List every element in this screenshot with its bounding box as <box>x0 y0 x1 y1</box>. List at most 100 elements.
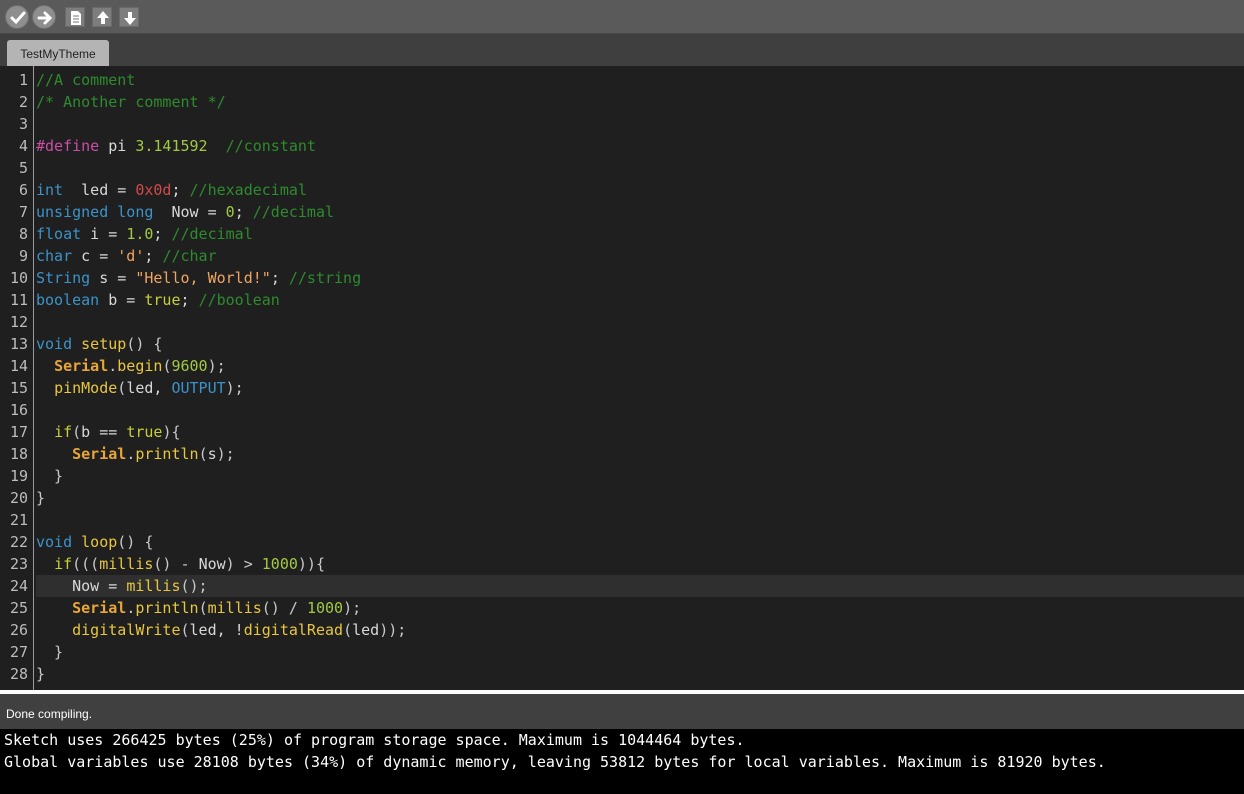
code-line[interactable]: boolean b = true; //boolean <box>36 289 1244 311</box>
code-token: s <box>207 445 217 463</box>
open-button[interactable] <box>92 7 112 27</box>
code-line[interactable]: if(((millis() - Now) > 1000)){ <box>36 553 1244 575</box>
line-number: 2 <box>18 93 28 111</box>
console-line: Sketch uses 266425 bytes (25%) of progra… <box>4 731 745 749</box>
code-token: //A comment <box>36 71 136 89</box>
code-token: millis <box>207 599 262 617</box>
code-token: Serial <box>54 357 109 375</box>
code-token: 0x0d <box>135 181 172 199</box>
code-editor[interactable]: 1 2 3 4 5 6 7 8 9 10 11 12 13 14 15 16 17 18 19 20 21 22 23 24 2… <box>0 66 1244 690</box>
code-token: } <box>36 665 46 683</box>
code-line[interactable]: Serial.println(millis() / 1000); <box>36 597 1244 619</box>
code-line[interactable]: void setup() { <box>36 333 1244 355</box>
upload-button[interactable] <box>32 5 56 29</box>
code-line[interactable]: } <box>36 465 1244 487</box>
code-token: ; <box>144 247 163 265</box>
line-number: 5 <box>18 159 28 177</box>
line-number: 28 <box>9 665 28 683</box>
code-token: ; <box>153 225 172 243</box>
code-token: int <box>36 181 64 199</box>
right-arrow-icon <box>37 11 53 25</box>
code-line[interactable]: Now = millis(); <box>36 575 1244 597</box>
code-line[interactable]: String s = "Hello, World!"; //string <box>36 267 1244 289</box>
code-line[interactable]: } <box>36 487 1244 509</box>
line-number: 4 <box>18 137 28 155</box>
code-token: ); <box>225 379 244 397</box>
tab-testmytheme[interactable]: TestMyTheme <box>7 40 109 66</box>
code-line[interactable]: } <box>36 663 1244 685</box>
code-line[interactable]: if(b == true){ <box>36 421 1244 443</box>
code-token: millis <box>99 555 154 573</box>
code-token: char <box>36 247 73 265</box>
code-line[interactable]: int led = 0x0d; //hexadecimal <box>36 179 1244 201</box>
code-token: Now = <box>153 203 226 221</box>
line-number: 26 <box>9 621 28 639</box>
code-line[interactable]: /* Another comment */ <box>36 91 1244 113</box>
code-line[interactable]: unsigned long Now = 0; //decimal <box>36 201 1244 223</box>
code-token: 1000 <box>306 599 344 617</box>
code-line[interactable]: float i = 1.0; //decimal <box>36 223 1244 245</box>
line-number: 15 <box>9 379 28 397</box>
code-token: ); <box>216 445 235 463</box>
code-line[interactable] <box>36 157 1244 179</box>
code-line[interactable] <box>36 311 1244 333</box>
line-number: 13 <box>9 335 28 353</box>
code-token: //constant <box>225 137 316 155</box>
code-token: pinMode <box>54 379 118 397</box>
code-token: ); <box>343 599 362 617</box>
code-token: () - <box>153 555 199 573</box>
code-area[interactable]: //A comment /* Another comment */ #define … <box>36 66 1244 690</box>
code-token: 1000 <box>261 555 298 573</box>
code-token: led <box>352 621 380 639</box>
code-token: #define <box>36 137 100 155</box>
code-token: ( <box>72 423 82 441</box>
checkmark-icon <box>10 11 26 25</box>
code-token: () / <box>261 599 307 617</box>
code-token: loop <box>81 533 118 551</box>
up-arrow-icon <box>97 11 109 24</box>
code-token: b == <box>81 423 127 441</box>
code-token: setup <box>81 335 127 353</box>
new-button[interactable] <box>65 7 85 27</box>
line-number: 16 <box>9 401 28 419</box>
verify-button[interactable] <box>5 5 29 29</box>
code-line[interactable] <box>36 509 1244 531</box>
code-line[interactable] <box>36 399 1244 421</box>
code-token: )); <box>379 621 407 639</box>
code-token: (); <box>180 577 208 595</box>
code-token: . <box>108 357 118 375</box>
save-button[interactable] <box>119 7 139 27</box>
line-number: 19 <box>9 467 28 485</box>
code-token: } <box>36 489 46 507</box>
code-token: float <box>36 225 82 243</box>
code-line[interactable]: #define pi 3.141592 //constant <box>36 135 1244 157</box>
code-token: "Hello, World!" <box>135 269 271 287</box>
code-line[interactable]: Serial.println(s); <box>36 443 1244 465</box>
code-token: led, <box>126 379 172 397</box>
code-token: ) > <box>225 555 262 573</box>
code-line[interactable] <box>36 113 1244 135</box>
code-line[interactable]: pinMode(led, OUTPUT); <box>36 377 1244 399</box>
code-line[interactable]: } <box>36 641 1244 663</box>
code-line[interactable]: char c = 'd'; //char <box>36 245 1244 267</box>
code-token: ( <box>180 621 190 639</box>
code-line[interactable]: //A comment <box>36 69 1244 91</box>
code-token: ; <box>234 203 253 221</box>
code-token: s = <box>90 269 136 287</box>
code-token: ; <box>270 269 289 287</box>
code-token: } <box>36 467 64 485</box>
line-number: 11 <box>9 291 28 309</box>
code-token: void <box>36 335 73 353</box>
line-number: 1 <box>18 71 28 89</box>
line-number: 3 <box>18 115 28 133</box>
code-line[interactable]: Serial.begin(9600); <box>36 355 1244 377</box>
code-line[interactable]: digitalWrite(led, !digitalRead(led)); <box>36 619 1244 641</box>
code-line[interactable]: void loop() { <box>36 531 1244 553</box>
